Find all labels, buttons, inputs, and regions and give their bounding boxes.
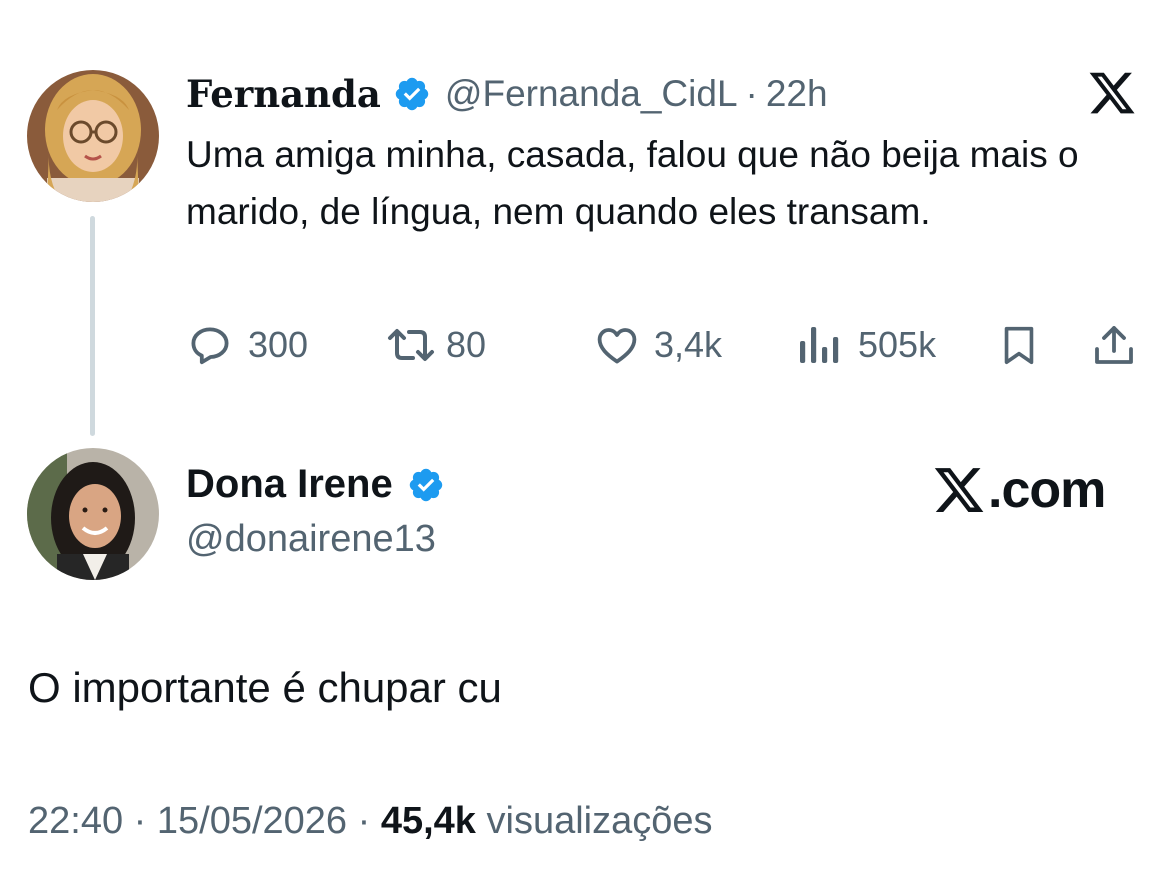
repost-count: 80 [446,324,487,365]
quoted-tweet-text: Uma amiga minha, casada, falou que não b… [186,134,1079,232]
separator-dot: · [133,800,147,842]
repost-button[interactable]: 80 [384,318,486,372]
views-count: 505k [858,324,937,365]
views-label: visualizações [486,800,713,842]
views-total: 45,4k [380,800,476,842]
repost-arrows-icon [388,329,434,361]
avatar-fernanda[interactable] [27,70,159,202]
bookmark-button[interactable] [996,318,1042,372]
tweet-timestamp[interactable]: 22:40 [28,800,123,842]
speech-bubble-icon [191,327,229,365]
x-com-watermark: .com [930,460,1106,520]
thread-connector-line [90,216,95,436]
reply-count: 300 [248,324,309,365]
tweet-date[interactable]: 15/05/2026 [157,800,347,842]
tweet-time[interactable]: 22h [766,73,828,115]
bookmark-icon [1004,326,1034,365]
reply-button[interactable]: 300 [186,318,308,372]
watermark-text: .com [988,461,1106,519]
like-count: 3,4k [654,324,723,365]
share-upload-icon [1095,326,1133,364]
author-name-fernanda[interactable]: Fernanda [186,72,381,116]
tweet-meta: 22:40 · 15/05/2026 · 45,4k visualizações [28,800,713,843]
verified-badge-icon [393,75,431,113]
avatar-dona-irene[interactable] [27,448,159,580]
heart-icon [597,328,637,364]
author-handle-dona-irene[interactable]: @donairene13 [186,518,436,561]
x-logo-icon [934,468,984,512]
reply-tweet-text: O importante é chupar cu [28,664,502,711]
separator-dot: · [357,800,371,842]
views-button[interactable]: 505k [796,318,936,372]
share-button[interactable] [1090,318,1138,372]
author-handle-fernanda[interactable]: @Fernanda_CidL [445,73,738,115]
quoted-tweet-header: Fernanda @Fernanda_CidL · 22h [186,66,828,122]
verified-badge-icon [407,466,445,504]
like-button[interactable]: 3,4k [592,318,722,372]
x-logo-icon[interactable] [1086,68,1138,118]
separator-dot: · [745,73,758,114]
author-name-row: Dona Irene [186,462,445,507]
author-name-dona-irene[interactable]: Dona Irene [186,462,393,507]
bar-chart-icon [800,327,839,363]
